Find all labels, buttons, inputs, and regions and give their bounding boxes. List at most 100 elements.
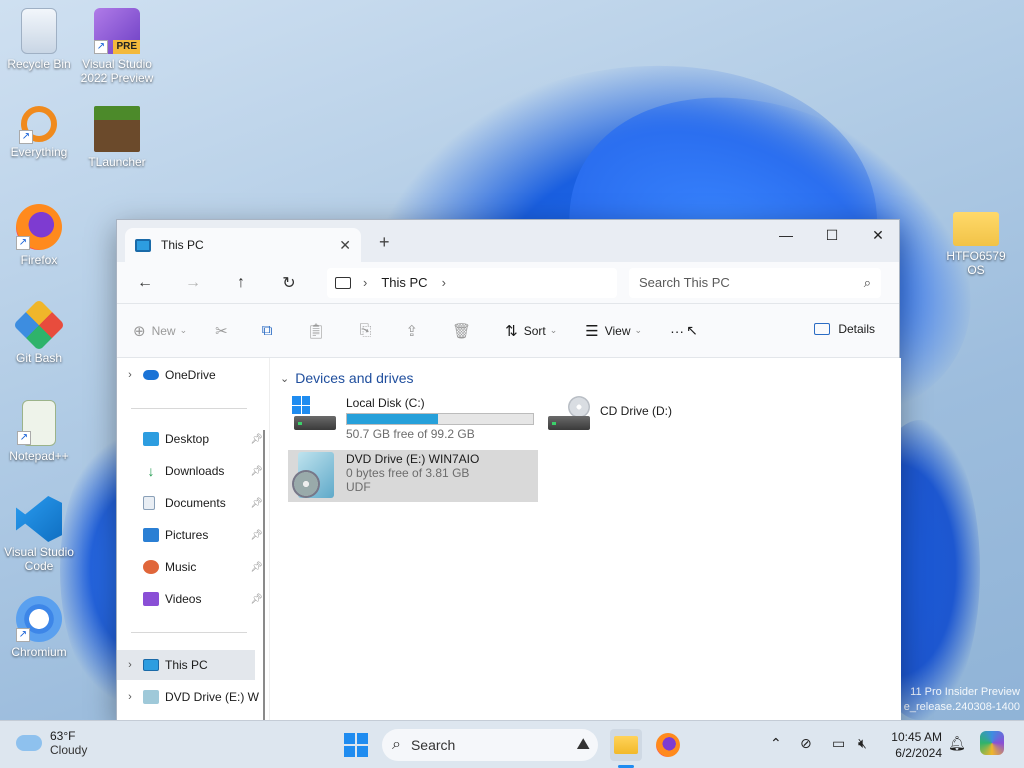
cloud-icon — [16, 735, 42, 751]
sort-button[interactable]: ⇅ Sort ⌄ — [505, 322, 557, 340]
start-button[interactable] — [344, 733, 368, 757]
desktop-icon-git-bash[interactable]: Git Bash — [0, 298, 78, 365]
drive-cd-d[interactable]: CD Drive (D:) — [546, 396, 672, 436]
nav-item-onedrive[interactable]: › OneDrive — [117, 360, 267, 390]
file-explorer-window: This PC ✕ + — ☐ ✕ ← → ↑ ↻ › This PC › Se… — [116, 219, 901, 722]
paste-button[interactable]: 📋︎ — [306, 322, 331, 340]
drive-dvd-e[interactable]: DVD Drive (E:) WIN7AIO 0 bytes free of 3… — [288, 450, 538, 502]
delete-button[interactable]: 🗑︎ — [452, 322, 477, 340]
chevron-right-icon[interactable]: › — [117, 691, 143, 703]
notification-bell-icon[interactable]: 🔔︎ — [948, 735, 966, 752]
refresh-button[interactable]: ↻ — [271, 268, 307, 298]
see-more-button[interactable]: ··· ↖ — [670, 322, 698, 339]
git-bash-icon — [12, 298, 66, 352]
breadcrumb[interactable]: › This PC › — [327, 267, 617, 298]
cut-button[interactable]: ✂ — [215, 322, 234, 340]
nav-item-videos[interactable]: Videos 📌︎ — [117, 584, 267, 614]
new-button[interactable]: ⊕ New ⌄ — [133, 322, 187, 340]
forward-button[interactable]: → — [175, 268, 211, 298]
hard-drive-icon — [292, 396, 338, 436]
this-pc-icon — [143, 659, 159, 671]
vscode-icon — [16, 496, 62, 542]
taskbar-firefox[interactable] — [652, 729, 684, 761]
scissors-icon: ✂ — [215, 322, 228, 340]
maximize-button[interactable]: ☐ — [809, 220, 855, 250]
drive-local-disk-c[interactable]: Local Disk (C:) 50.7 GB free of 99.2 GB — [292, 396, 534, 441]
plus-circle-icon: ⊕ — [133, 322, 146, 340]
desktop-icon-vscode[interactable]: Visual Studio Code — [0, 496, 78, 573]
insider-watermark-line1: 11 Pro Insider Preview — [910, 686, 1020, 698]
desktop-icon — [143, 432, 159, 446]
copilot-icon[interactable] — [980, 731, 1004, 755]
taskbar-file-explorer[interactable] — [610, 729, 642, 761]
group-header-devices[interactable]: ⌄ Devices and drives — [280, 370, 414, 386]
nav-scrollbar[interactable] — [263, 430, 265, 720]
dvd-drive-icon — [143, 690, 159, 704]
nav-item-downloads[interactable]: ↓ Downloads 📌︎ — [117, 456, 267, 486]
search-icon: ⌕ — [863, 274, 871, 290]
shortcut-arrow-icon: ↗ — [19, 130, 33, 144]
tab-this-pc[interactable]: This PC ✕ — [125, 228, 361, 262]
chevron-right-icon[interactable]: › — [117, 369, 143, 381]
search-icon: ⌕ — [392, 736, 401, 753]
drive-name: Local Disk (C:) — [346, 396, 425, 410]
desktop-icon-folder[interactable]: HTFO6579 OS — [936, 206, 1016, 277]
search-input[interactable]: Search This PC ⌕ — [629, 267, 881, 298]
pin-icon: 📌︎ — [250, 529, 263, 541]
copy-button[interactable]: ⧉ — [262, 322, 279, 339]
close-tab-icon[interactable]: ✕ — [339, 237, 351, 254]
shortcut-arrow-icon: ↗ — [16, 236, 30, 250]
nav-item-music[interactable]: Music 📌︎ — [117, 552, 267, 582]
up-button[interactable]: ↑ — [223, 268, 259, 298]
breadcrumb-chevron-icon: › — [363, 275, 368, 290]
desktop-icon-everything[interactable]: ↗ Everything — [0, 106, 78, 159]
taskbar-search[interactable]: ⌕ Search ⛰ — [382, 729, 598, 761]
insider-watermark-line2: e_release.240308-1400 — [903, 701, 1020, 713]
weather-widget[interactable]: 63°F Cloudy — [16, 729, 87, 757]
share-button[interactable]: ⇪ — [406, 322, 425, 340]
notepad-plus-plus-icon: ↗ — [17, 400, 56, 446]
chevron-up-icon[interactable]: ⌃ — [770, 735, 782, 752]
sort-icon: ⇅ — [505, 322, 518, 340]
desktop-icon-firefox[interactable]: ↗ Firefox — [0, 204, 78, 267]
desktop-icon-notepad-plus-plus[interactable]: ↗ Notepad++ — [0, 400, 78, 463]
document-icon — [143, 496, 155, 510]
taskbar: 63°F Cloudy ⌕ Search ⛰ ⌃ ⊘ ▭ 🔇︎ 10:45 AM… — [0, 720, 1024, 768]
view-button[interactable]: ☰ View ⌄ — [585, 322, 642, 340]
nav-item-dvd-drive[interactable]: › DVD Drive (E:) W — [117, 682, 267, 712]
volume-muted-icon[interactable]: 🔇︎ — [858, 735, 867, 752]
network-offline-icon[interactable]: ⊘ — [800, 735, 812, 752]
desktop-icon-chromium[interactable]: ↗ Chromium — [0, 596, 78, 659]
nav-item-desktop[interactable]: Desktop 📌︎ — [117, 424, 267, 454]
clock[interactable]: 10:45 AM 6/2/2024 — [886, 729, 942, 761]
this-pc-icon — [135, 238, 151, 252]
dvd-disc-icon — [292, 452, 338, 498]
nav-item-pictures[interactable]: Pictures 📌︎ — [117, 520, 267, 550]
trash-icon: 🗑︎ — [452, 322, 472, 340]
close-window-button[interactable]: ✕ — [855, 220, 901, 250]
visual-studio-icon: PRE ↗ — [94, 8, 140, 54]
nav-item-this-pc[interactable]: › This PC — [117, 650, 255, 680]
rename-button[interactable]: ⎘ — [359, 322, 377, 339]
breadcrumb-chevron-icon: › — [441, 275, 446, 290]
nav-item-documents[interactable]: Documents 📌︎ — [117, 488, 267, 518]
cd-drive-icon — [546, 396, 592, 436]
desktop-icon-recycle-bin[interactable]: Recycle Bin — [0, 8, 78, 71]
chevron-right-icon[interactable]: › — [117, 659, 143, 671]
details-button[interactable]: Details — [814, 322, 875, 336]
copy-icon: ⧉ — [261, 322, 273, 339]
desktop-icon-tlauncher[interactable]: TLauncher — [78, 106, 156, 169]
desktop-icon-visual-studio[interactable]: PRE ↗ Visual Studio 2022 Preview — [78, 8, 156, 85]
back-button[interactable]: ← — [127, 268, 163, 298]
pin-icon: 📌︎ — [250, 433, 263, 445]
display-icon[interactable]: ▭ — [832, 735, 845, 752]
minimize-button[interactable]: — — [763, 220, 809, 250]
navigation-pane: › OneDrive Desktop 📌︎ ↓ Downloads 📌︎ Doc… — [117, 358, 269, 722]
storage-progress-fill — [347, 414, 439, 424]
new-tab-button[interactable]: + — [379, 232, 390, 253]
recycle-bin-icon — [21, 8, 57, 54]
everything-search-icon: ↗ — [19, 106, 57, 144]
breadcrumb-item[interactable]: This PC — [381, 275, 427, 290]
pin-icon: 📌︎ — [250, 593, 263, 605]
chevron-down-icon[interactable]: ⌄ — [280, 372, 289, 385]
